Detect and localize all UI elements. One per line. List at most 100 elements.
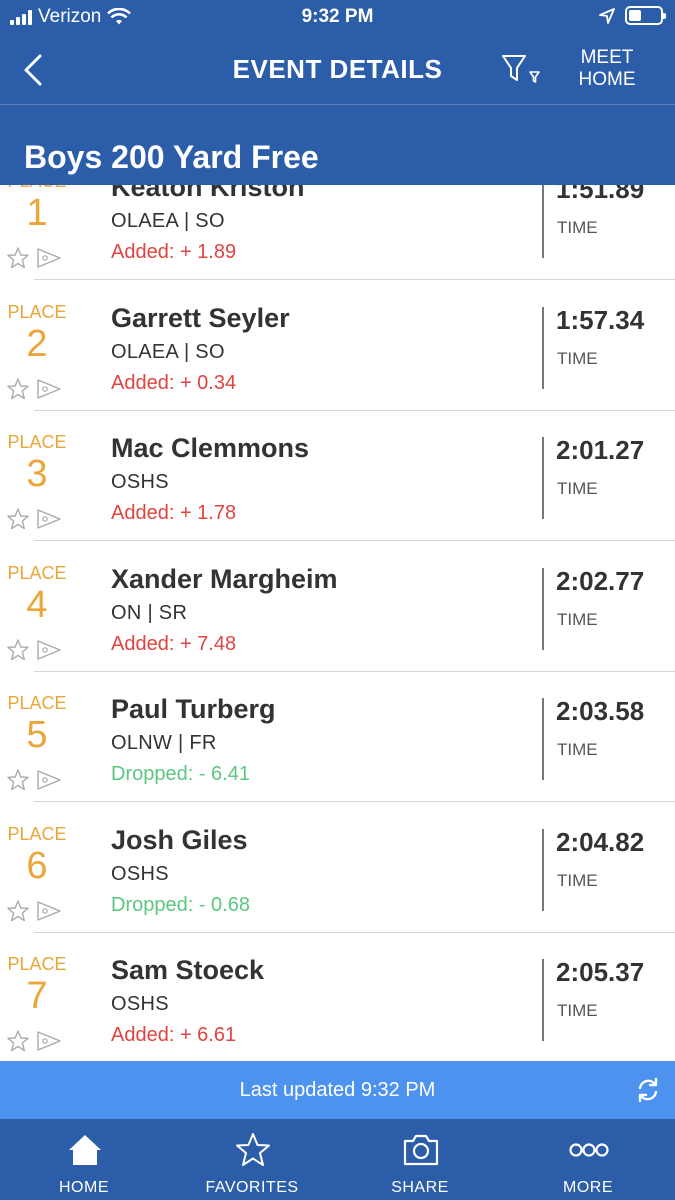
time-label: TIME xyxy=(557,609,598,629)
star-icon xyxy=(236,1133,270,1166)
swimmer-name: Paul Turberg xyxy=(111,694,276,724)
result-row[interactable]: PLACE 4 Xander Margheim ON | SR Added: + 7.4… xyxy=(0,542,675,672)
favorite-star-icon[interactable] xyxy=(6,1029,30,1053)
send-flag-icon[interactable] xyxy=(36,639,62,661)
send-flag-icon[interactable] xyxy=(36,1030,62,1052)
place-number: 2 xyxy=(26,322,48,365)
refresh-icon[interactable] xyxy=(635,1077,661,1103)
place-number: 3 xyxy=(26,453,48,495)
more-icon xyxy=(569,1143,609,1157)
favorite-star-icon[interactable] xyxy=(6,507,30,531)
swimmer-name: Xander Margheim xyxy=(111,563,338,594)
favorite-star-icon[interactable] xyxy=(6,899,30,923)
send-flag-icon[interactable] xyxy=(36,247,62,269)
send-flag-icon[interactable] xyxy=(36,378,62,400)
result-row[interactable]: PLACE 2 Garrett Seyler OLAEA | SO Added: + 0… xyxy=(0,281,675,411)
filter-icon[interactable] xyxy=(500,52,544,88)
time-label: TIME xyxy=(557,740,598,759)
swim-time: 2:01.27 xyxy=(556,435,645,465)
nav-bar: EVENT DETAILS MEET HOME xyxy=(0,36,675,104)
meet-home-button[interactable]: MEET HOME xyxy=(567,47,647,91)
event-title: Boys 200 Yard Free xyxy=(24,139,319,175)
time-divider xyxy=(542,959,544,1041)
results-list[interactable]: PLACE1Keaton KristonOLAEA | SOAdded: + 1… xyxy=(0,150,675,1060)
place-number: 7 xyxy=(26,975,48,1017)
location-arrow-icon xyxy=(599,7,615,24)
place-label: PLACE xyxy=(7,693,67,713)
status-bar: Verizon 9:32 PM xyxy=(0,0,675,36)
tab-share-label: SHARE xyxy=(391,1179,449,1196)
time-label: TIME xyxy=(557,479,598,498)
place-label: PLACE xyxy=(7,562,67,583)
send-flag-icon[interactable] xyxy=(36,769,62,791)
tab-more[interactable]: MORE xyxy=(504,1119,672,1200)
time-divider xyxy=(542,437,544,519)
tab-more-label: MORE xyxy=(563,1179,613,1196)
place-label: PLACE xyxy=(7,432,67,452)
tab-home-label: HOME xyxy=(59,1179,109,1196)
time-label: TIME xyxy=(557,218,598,237)
status-time: 9:32 PM xyxy=(301,6,374,27)
time-label: TIME xyxy=(557,1001,598,1020)
last-updated-text: Last updated 9:32 PM xyxy=(239,1079,436,1101)
swim-time: 2:02.77 xyxy=(556,565,645,596)
time-divider xyxy=(542,567,544,650)
result-row[interactable]: PLACE 7 Sam Stoeck OSHS Added: + 6.61 2:05.37… xyxy=(0,933,675,1060)
time-delta: Dropped: - 0.68 xyxy=(111,893,250,916)
result-row[interactable]: PLACE 3 Mac Clemmons OSHS Added: + 1.78 2:01.… xyxy=(0,411,675,541)
place-number: 6 xyxy=(26,844,48,887)
place-label: PLACE xyxy=(7,823,67,844)
team-class: OSHS xyxy=(111,471,169,493)
time-divider xyxy=(542,306,544,389)
battery-icon xyxy=(625,6,666,25)
swim-time: 2:04.82 xyxy=(556,826,645,857)
status-bar-right xyxy=(599,6,666,25)
swimmer-name: Mac Clemmons xyxy=(111,433,310,463)
team-class: OLAEA | SO xyxy=(111,340,225,363)
team-class: OSHS xyxy=(111,862,169,885)
last-updated-bar: Last updated 9:32 PM xyxy=(0,1061,675,1119)
time-divider xyxy=(542,828,544,911)
event-header: Boys 200 Yard Free xyxy=(0,105,675,185)
time-delta: Added: + 6.61 xyxy=(111,1024,237,1046)
tab-favorites[interactable]: FAVORITES xyxy=(168,1119,336,1200)
tab-home[interactable]: HOME xyxy=(0,1119,168,1200)
tab-favorites-label: FAVORITES xyxy=(205,1179,299,1196)
team-class: OSHS xyxy=(111,993,169,1015)
swim-time: 2:03.58 xyxy=(556,696,645,726)
time-delta: Added: + 1.89 xyxy=(111,241,237,263)
time-delta: Dropped: - 6.41 xyxy=(111,763,250,785)
time-label: TIME xyxy=(557,348,598,368)
time-delta: Added: + 0.34 xyxy=(111,371,237,394)
time-divider xyxy=(542,176,544,258)
time-divider xyxy=(542,698,544,780)
time-label: TIME xyxy=(557,870,598,890)
meet-home-label-line2: HOME xyxy=(578,69,636,90)
place-label: PLACE xyxy=(7,301,67,322)
favorite-star-icon[interactable] xyxy=(6,768,30,792)
result-row[interactable]: PLACE 5 Paul Turberg OLNW | FR Dropped: - 6.… xyxy=(0,672,675,802)
send-flag-icon[interactable] xyxy=(36,508,62,530)
send-flag-icon[interactable] xyxy=(36,900,62,922)
swimmer-name: Josh Giles xyxy=(111,824,248,855)
swimmer-name: Garrett Seyler xyxy=(111,302,290,333)
place-number: 4 xyxy=(26,583,48,626)
time-delta: Added: + 7.48 xyxy=(111,632,237,655)
swim-time: 1:57.34 xyxy=(556,304,645,335)
home-icon xyxy=(69,1135,101,1165)
swim-time: 2:05.37 xyxy=(556,957,645,987)
meet-home-label-line1: MEET xyxy=(580,47,634,68)
result-row[interactable]: PLACE 6 Josh Giles OSHS Dropped: - 0.68 2:04.… xyxy=(0,803,675,933)
place-number: 1 xyxy=(26,192,48,234)
favorite-star-icon[interactable] xyxy=(6,246,30,270)
place-label: PLACE xyxy=(7,954,67,974)
favorite-star-icon[interactable] xyxy=(6,377,30,401)
team-class: OLNW | FR xyxy=(111,732,217,754)
swimmer-name: Sam Stoeck xyxy=(111,955,265,985)
time-delta: Added: + 1.78 xyxy=(111,502,237,524)
tab-bar: HOME FAVORITES SHARE MORE xyxy=(0,1119,675,1200)
tab-share[interactable]: SHARE xyxy=(336,1119,504,1200)
place-number: 5 xyxy=(26,714,48,756)
team-class: OLAEA | SO xyxy=(111,210,225,232)
favorite-star-icon[interactable] xyxy=(6,638,30,662)
